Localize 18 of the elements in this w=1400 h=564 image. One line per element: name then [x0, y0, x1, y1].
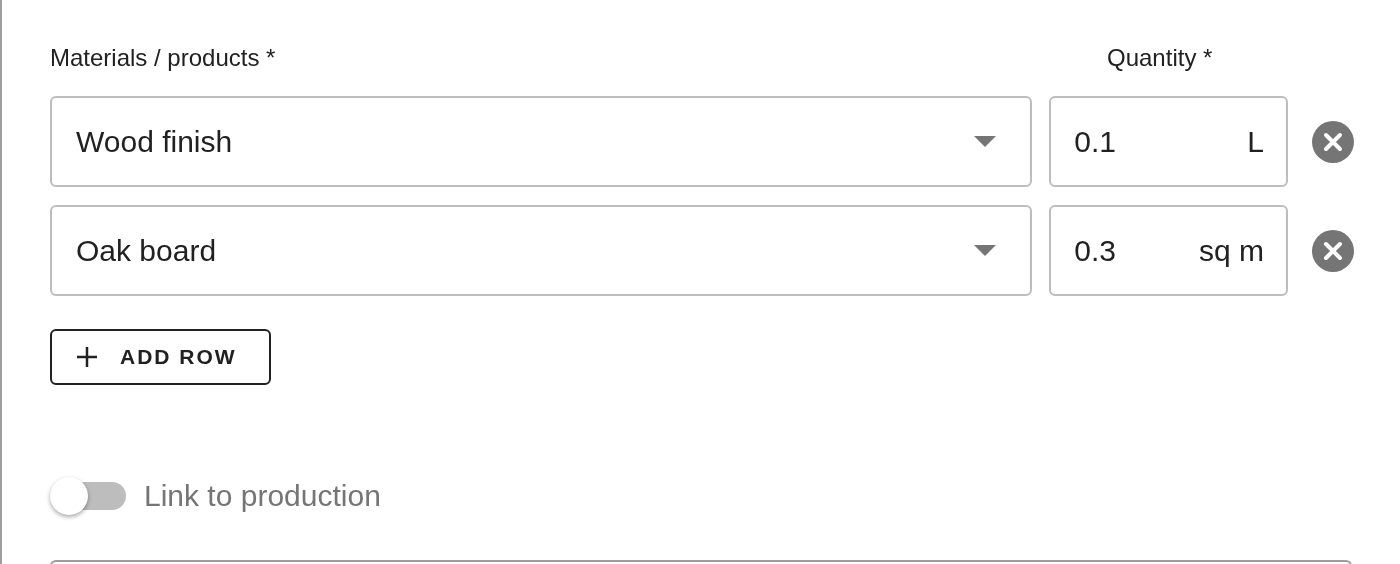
material-select[interactable]: Wood finish [50, 96, 1033, 187]
quantity-value: 0.3 [1074, 233, 1116, 269]
unit-label: sq m [1199, 233, 1265, 269]
toggle-label: Link to production [144, 478, 381, 514]
quantity-field[interactable]: 0.3 sq m [1049, 205, 1289, 296]
dropdown-arrow-icon [974, 136, 997, 147]
remove-icon[interactable] [1312, 120, 1354, 163]
plus-icon [76, 346, 98, 368]
quantity-field[interactable]: 0.1 L [1049, 96, 1289, 187]
add-row-button[interactable]: ADD ROW [50, 329, 271, 385]
quantity-value: 0.1 [1074, 124, 1116, 160]
dropdown-arrow-icon [974, 245, 997, 256]
unit-label: L [1247, 124, 1265, 160]
field-label: Materials / products * [50, 43, 277, 73]
remove-icon[interactable] [1312, 229, 1354, 272]
material-select[interactable]: Oak board [50, 205, 1033, 296]
field-label: Quantity * [1107, 43, 1213, 73]
toggle-switch[interactable] [50, 475, 126, 516]
